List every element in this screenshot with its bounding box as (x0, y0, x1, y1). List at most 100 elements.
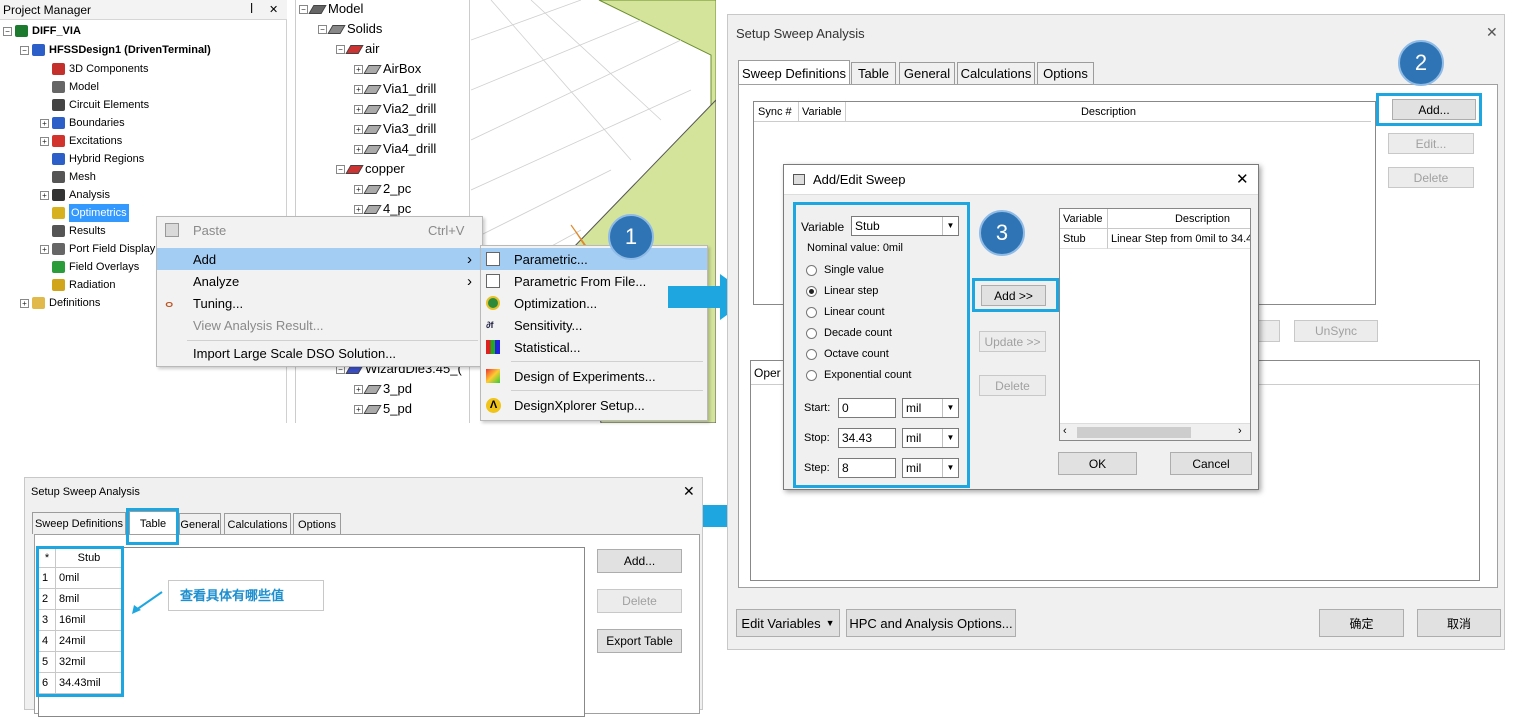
submenu-item-statistical[interactable]: Statistical... (481, 336, 707, 358)
tree-item[interactable]: 3D Components (40, 60, 149, 78)
scrollbar-thumb[interactable] (1077, 427, 1191, 438)
collapse-icon[interactable]: − (336, 164, 345, 174)
radio-button[interactable] (806, 285, 817, 297)
sync-button[interactable] (1258, 320, 1280, 342)
expand-icon[interactable]: + (354, 64, 363, 74)
horizontal-scrollbar[interactable]: ‹ › (1060, 423, 1250, 440)
expand-icon[interactable]: + (354, 104, 363, 114)
delete-button[interactable]: Delete (597, 589, 682, 613)
collapse-icon[interactable]: − (336, 44, 345, 54)
expand-icon[interactable]: + (354, 124, 363, 134)
menu-item-tuning[interactable]: ⴰ Tuning... (157, 292, 482, 314)
row-index[interactable]: 2 (39, 589, 56, 610)
column-header-stub[interactable]: Stub (56, 548, 123, 568)
add-sweep-button[interactable]: Add... (1392, 99, 1476, 120)
tree-item[interactable]: + Analysis (40, 186, 110, 204)
submenu-item-parametric[interactable]: Parametric... (481, 248, 707, 270)
list-row-variable[interactable]: Stub (1060, 229, 1108, 249)
collapse-icon[interactable]: − (3, 26, 12, 36)
expand-icon[interactable]: + (354, 384, 363, 394)
table-cell-stub[interactable]: 8mil (56, 589, 123, 610)
unsync-button[interactable]: UnSync (1294, 320, 1378, 342)
model-tree-item[interactable]: +5_pd (354, 400, 412, 418)
tree-item[interactable]: Mesh (40, 168, 96, 186)
radio-decade-count[interactable]: Decade count (806, 326, 892, 340)
radio-button[interactable] (806, 348, 817, 360)
radio-button[interactable] (806, 306, 817, 318)
expand-icon[interactable]: + (354, 84, 363, 94)
model-tree-item[interactable]: +3_pd (354, 380, 412, 398)
tree-item[interactable]: Circuit Elements (40, 96, 149, 114)
tab-sweep-definitions[interactable]: Sweep Definitions (32, 512, 126, 534)
tree-item[interactable]: Optimetrics (40, 204, 129, 222)
tree-item[interactable]: Radiation (40, 276, 115, 294)
submenu-item-design-of-experiments[interactable]: Design of Experiments... (481, 365, 707, 387)
tree-item[interactable]: Results (40, 222, 106, 240)
close-icon[interactable]: ✕ (683, 483, 695, 500)
menu-item-import-dso[interactable]: Import Large Scale DSO Solution... (157, 342, 482, 364)
row-index[interactable]: 5 (39, 652, 56, 673)
ok-button[interactable]: OK (1058, 452, 1137, 475)
stop-unit-select[interactable]: mil ▼ (902, 428, 959, 448)
column-header-variable[interactable]: Variable (799, 102, 846, 122)
tree-item[interactable]: Model (40, 78, 99, 96)
update-button[interactable]: Update >> (979, 331, 1046, 352)
add-to-list-button[interactable]: Add >> (981, 285, 1046, 306)
model-tree-item[interactable]: + Via3_drill (354, 120, 436, 138)
tree-item[interactable]: Field Overlays (40, 258, 139, 276)
table-cell-stub[interactable]: 32mil (56, 652, 123, 673)
column-header-sync[interactable]: Sync # (754, 102, 799, 122)
radio-button[interactable] (806, 264, 817, 276)
step-unit-select[interactable]: mil ▼ (902, 458, 959, 478)
cancel-button[interactable]: 取消 (1417, 609, 1501, 637)
export-table-button[interactable]: Export Table (597, 629, 682, 653)
radio-button[interactable] (806, 327, 817, 339)
radio-linear-count[interactable]: Linear count (806, 305, 885, 319)
tab-options[interactable]: Options (293, 513, 341, 535)
radio-single-value[interactable]: Single value (806, 263, 884, 277)
delete-button[interactable]: Delete (979, 375, 1046, 396)
row-index[interactable]: 1 (39, 568, 56, 589)
start-unit-select[interactable]: mil ▼ (902, 398, 959, 418)
sweep-definitions-list[interactable]: Variable Description Stub Linear Step fr… (1059, 208, 1251, 441)
edit-sweep-button[interactable]: Edit... (1388, 133, 1474, 154)
submenu-item-designxplorer[interactable]: Λ DesignXplorer Setup... (481, 394, 707, 416)
tree-item[interactable]: − DIFF_VIA (3, 22, 81, 40)
variable-select[interactable]: Stub ▼ (851, 216, 959, 236)
radio-octave-count[interactable]: Octave count (806, 347, 889, 361)
edit-variables-button[interactable]: Edit Variables ▼ (736, 609, 840, 637)
tab-table[interactable]: Table (129, 511, 177, 535)
cancel-button[interactable]: Cancel (1170, 452, 1252, 475)
stop-input[interactable]: 34.43 (838, 428, 896, 448)
expand-icon[interactable]: + (20, 298, 29, 308)
hpc-options-button[interactable]: HPC and Analysis Options... (846, 609, 1016, 637)
model-tree-item[interactable]: − Solids (318, 20, 382, 38)
scroll-left-icon[interactable]: ‹ (1063, 425, 1067, 437)
table-cell-stub[interactable]: 34.43mil (56, 673, 123, 694)
menu-item-add[interactable]: Add › (157, 248, 482, 270)
close-icon[interactable]: ✕ (1486, 24, 1498, 41)
tree-item[interactable]: + Definitions (20, 294, 100, 312)
tab-general[interactable]: General (899, 62, 955, 84)
step-input[interactable]: 8 (838, 458, 896, 478)
model-tree-item[interactable]: − Model (299, 0, 363, 18)
menu-item-analyze[interactable]: Analyze › (157, 270, 482, 292)
tree-item[interactable]: − HFSSDesign1 (DrivenTerminal) (20, 41, 211, 59)
scroll-right-icon[interactable]: › (1238, 425, 1242, 437)
list-row-description[interactable]: Linear Step from 0mil to 34.43 (1108, 229, 1250, 249)
column-header-index[interactable]: * (39, 548, 56, 568)
expand-icon[interactable]: + (354, 404, 363, 414)
tree-item[interactable]: + Port Field Display (40, 240, 155, 258)
row-index[interactable]: 4 (39, 631, 56, 652)
collapse-icon[interactable]: − (20, 45, 29, 55)
table-cell-stub[interactable]: 24mil (56, 631, 123, 652)
column-header-description[interactable]: Description (846, 102, 1371, 122)
radio-button[interactable] (806, 369, 817, 381)
expand-icon[interactable]: + (40, 136, 49, 146)
ok-button[interactable]: 确定 (1319, 609, 1404, 637)
tree-item[interactable]: + Excitations (40, 132, 122, 150)
model-tree-item[interactable]: + Via1_drill (354, 80, 436, 98)
table-cell-stub[interactable]: 16mil (56, 610, 123, 631)
expand-icon[interactable]: + (354, 204, 363, 214)
tree-item[interactable]: Hybrid Regions (40, 150, 144, 168)
